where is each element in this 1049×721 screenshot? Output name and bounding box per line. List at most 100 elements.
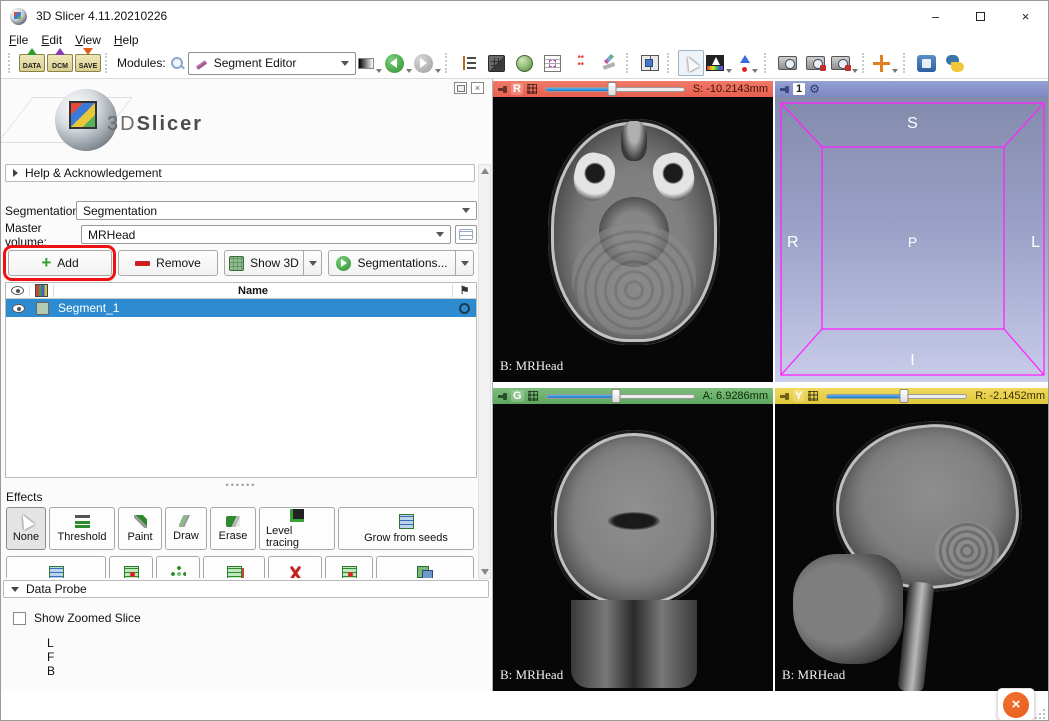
- menu-help[interactable]: Help: [114, 32, 148, 48]
- save-button[interactable]: SAVE: [75, 48, 101, 76]
- segment-color-swatch[interactable]: [30, 301, 54, 315]
- effect-draw-button[interactable]: Draw: [165, 507, 207, 550]
- import-dicom-button[interactable]: DCM: [47, 48, 73, 76]
- scroll-up-icon[interactable]: [481, 168, 489, 174]
- add-segment-button[interactable]: + Add: [8, 250, 112, 276]
- annotations-button[interactable]: [596, 50, 622, 76]
- toolbar-grip[interactable]: [105, 53, 110, 73]
- slice-menu-icon[interactable]: [808, 391, 819, 401]
- segment-row[interactable]: Segment_1: [6, 299, 476, 317]
- pin-icon[interactable]: [498, 85, 507, 94]
- visibility-column-header[interactable]: [6, 286, 30, 295]
- pin-icon[interactable]: [498, 392, 507, 401]
- crosshair-button[interactable]: [873, 50, 899, 76]
- effect-hollow-button[interactable]: [203, 556, 265, 578]
- slider-handle[interactable]: [611, 389, 621, 403]
- effect-none-button[interactable]: None: [6, 507, 46, 550]
- effect-threshold-button[interactable]: Threshold: [49, 507, 115, 550]
- toolbar-grip[interactable]: [861, 53, 867, 73]
- red-slice-viewport[interactable]: B: MRHead: [493, 97, 773, 382]
- panel-splitter-handle[interactable]: ••••••: [1, 480, 481, 490]
- toolbar-grip[interactable]: [902, 53, 908, 73]
- close-button[interactable]: ×: [1003, 1, 1048, 31]
- threed-viewport[interactable]: S R P L I: [775, 97, 1048, 382]
- extensions-manager-button[interactable]: [914, 50, 940, 76]
- module-search-icon[interactable]: [170, 56, 185, 71]
- place-markup-button[interactable]: [734, 50, 760, 76]
- gear-icon[interactable]: ⚙: [809, 83, 820, 95]
- module-history-button[interactable]: [357, 50, 383, 76]
- mouse-interaction-button[interactable]: [677, 50, 704, 76]
- window-resize-grip[interactable]: [1034, 708, 1046, 720]
- effect-smoothing-button[interactable]: [156, 556, 200, 578]
- back-button[interactable]: [384, 50, 412, 76]
- volumes-button[interactable]: [484, 50, 510, 76]
- transforms-button[interactable]: [540, 50, 566, 76]
- color-column-header[interactable]: [30, 284, 54, 297]
- back-icon: [384, 53, 404, 73]
- red-slice-slider[interactable]: [544, 82, 685, 96]
- scene-view-restore-button[interactable]: [830, 50, 858, 76]
- layout-button[interactable]: [637, 50, 663, 76]
- colors-button[interactable]: [705, 50, 732, 76]
- segmentation-selector[interactable]: Segmentation: [76, 201, 477, 220]
- slice-menu-icon[interactable]: [526, 84, 537, 94]
- effect-scissors-button[interactable]: [268, 556, 322, 578]
- minimize-button[interactable]: –: [913, 1, 958, 31]
- help-acknowledgement-section[interactable]: Help & Acknowledgement: [5, 164, 475, 182]
- undock-panel-icon[interactable]: [454, 82, 467, 94]
- maximize-button[interactable]: [958, 1, 1003, 31]
- toolbar-grip[interactable]: [666, 53, 672, 73]
- python-console-button[interactable]: [942, 50, 968, 76]
- menu-edit[interactable]: Edit: [41, 32, 71, 48]
- specify-geometry-button[interactable]: [455, 225, 477, 244]
- close-panel-icon[interactable]: ×: [471, 82, 484, 94]
- screenshot-button[interactable]: [775, 50, 801, 76]
- segmentations-dropdown[interactable]: [456, 250, 474, 276]
- show-zoomed-slice-checkbox[interactable]: [13, 611, 26, 625]
- show-3d-button[interactable]: Show 3D: [224, 250, 304, 276]
- effect-margin-button[interactable]: [109, 556, 153, 578]
- slider-handle[interactable]: [607, 82, 617, 96]
- green-slice-slider[interactable]: [545, 389, 695, 403]
- overlay-close-button[interactable]: ×: [997, 688, 1035, 720]
- segment-visibility-toggle[interactable]: [6, 303, 30, 313]
- forward-button[interactable]: [413, 50, 441, 76]
- panel-scrollbar[interactable]: [478, 164, 491, 579]
- status-column-header[interactable]: ⚑: [452, 284, 476, 297]
- load-data-button[interactable]: DATA: [19, 48, 45, 76]
- effect-erase-button[interactable]: Erase: [210, 507, 256, 550]
- effect-fill-between-slices-button[interactable]: [6, 556, 106, 578]
- markups-button[interactable]: ** **: [568, 50, 594, 76]
- toolbar-grip[interactable]: [763, 53, 769, 73]
- yellow-slice-viewport[interactable]: B: MRHead: [775, 404, 1048, 691]
- toolbar-grip[interactable]: [444, 53, 450, 73]
- scroll-down-icon[interactable]: [481, 569, 489, 575]
- data-probe-section[interactable]: Data Probe: [3, 580, 489, 598]
- remove-segment-button[interactable]: Remove: [118, 250, 218, 276]
- green-slice-viewport[interactable]: B: MRHead: [493, 404, 773, 691]
- models-button[interactable]: [512, 50, 538, 76]
- segment-status-toggle[interactable]: [452, 302, 476, 314]
- effect-paint-button[interactable]: Paint: [118, 507, 162, 550]
- segmentations-button[interactable]: Segmentations...: [328, 250, 456, 276]
- effect-grow-from-seeds-button[interactable]: Grow from seeds: [338, 507, 474, 550]
- show-3d-dropdown[interactable]: [304, 250, 322, 276]
- module-tree-button[interactable]: [456, 50, 482, 76]
- toolbar-grip[interactable]: [8, 53, 13, 73]
- scene-view-button[interactable]: [803, 50, 829, 76]
- menu-file[interactable]: File: [9, 32, 37, 48]
- toolbar-grip[interactable]: [625, 53, 631, 73]
- master-volume-selector[interactable]: MRHead: [81, 225, 451, 244]
- name-column-header[interactable]: Name: [54, 285, 452, 297]
- slider-handle[interactable]: [899, 389, 909, 403]
- effect-level-tracing-button[interactable]: Level tracing: [259, 507, 335, 550]
- effect-islands-button[interactable]: [325, 556, 373, 578]
- effect-logical-operators-button[interactable]: [376, 556, 474, 578]
- pin-icon[interactable]: [780, 85, 789, 94]
- menu-view[interactable]: View: [75, 32, 110, 48]
- slice-menu-icon[interactable]: [527, 391, 538, 401]
- module-selector[interactable]: Segment Editor: [187, 51, 356, 75]
- pin-icon[interactable]: [780, 392, 789, 401]
- yellow-slice-slider[interactable]: [826, 389, 968, 403]
